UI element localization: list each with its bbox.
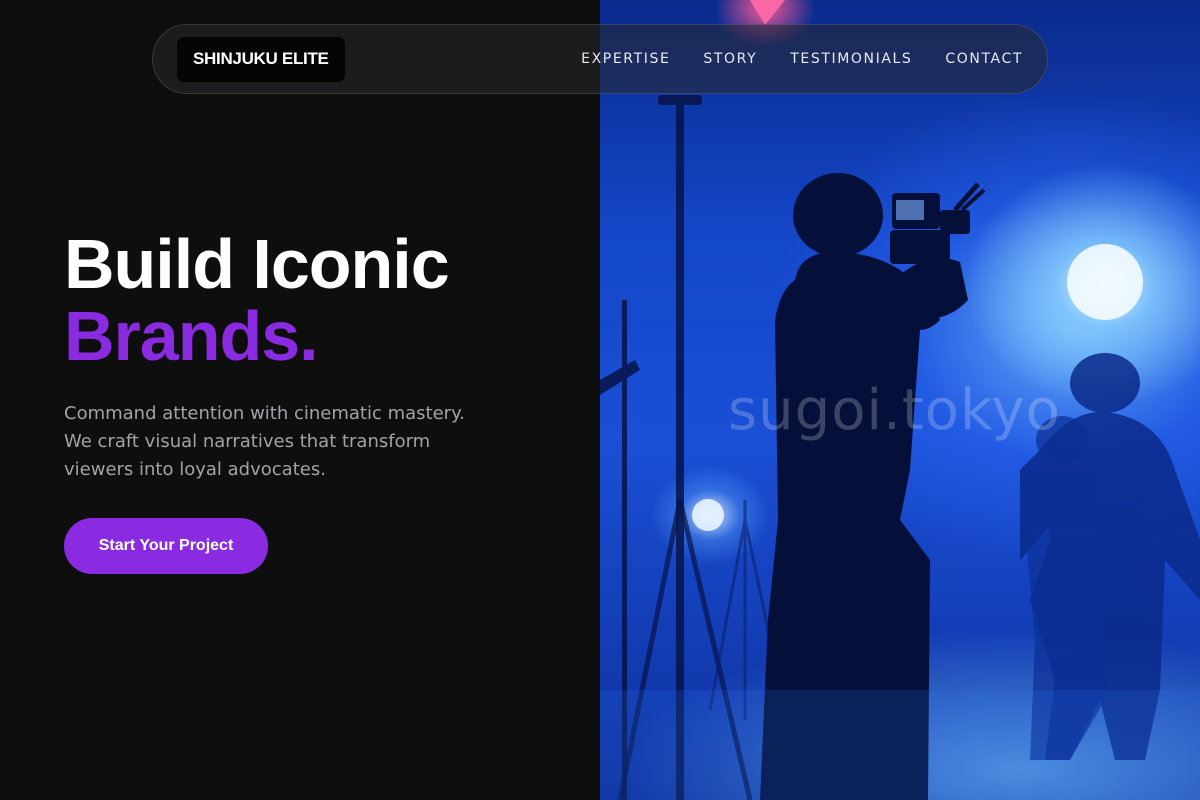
nav-link-contact[interactable]: CONTACT xyxy=(945,51,1023,67)
hero-headline: Build Iconic Brands. xyxy=(64,228,544,372)
camera-monitor-screen xyxy=(896,200,924,220)
nav-links: EXPERTISE STORY TESTIMONIALS CONTACT xyxy=(581,51,1023,67)
headline-line-1: Build Iconic xyxy=(64,225,450,303)
hero-section: Build Iconic Brands. Command attention w… xyxy=(64,228,544,574)
nav-link-story[interactable]: STORY xyxy=(703,51,757,67)
headline-line-2: Brands. xyxy=(64,297,319,375)
nav-link-expertise[interactable]: EXPERTISE xyxy=(581,51,670,67)
top-navbar: SHINJUKU ELITE EXPERTISE STORY TESTIMONI… xyxy=(152,24,1048,94)
hero-subtitle: Command attention with cinematic mastery… xyxy=(64,403,465,480)
brand-logo[interactable]: SHINJUKU ELITE xyxy=(177,36,345,82)
stage-light xyxy=(1067,244,1143,320)
nav-link-testimonials[interactable]: TESTIMONIALS xyxy=(790,51,912,67)
start-project-button[interactable]: Start Your Project xyxy=(64,518,268,574)
watermark-text: sugoi.tokyo xyxy=(728,378,1061,443)
stage-light xyxy=(692,499,724,531)
pink-light xyxy=(750,0,785,25)
